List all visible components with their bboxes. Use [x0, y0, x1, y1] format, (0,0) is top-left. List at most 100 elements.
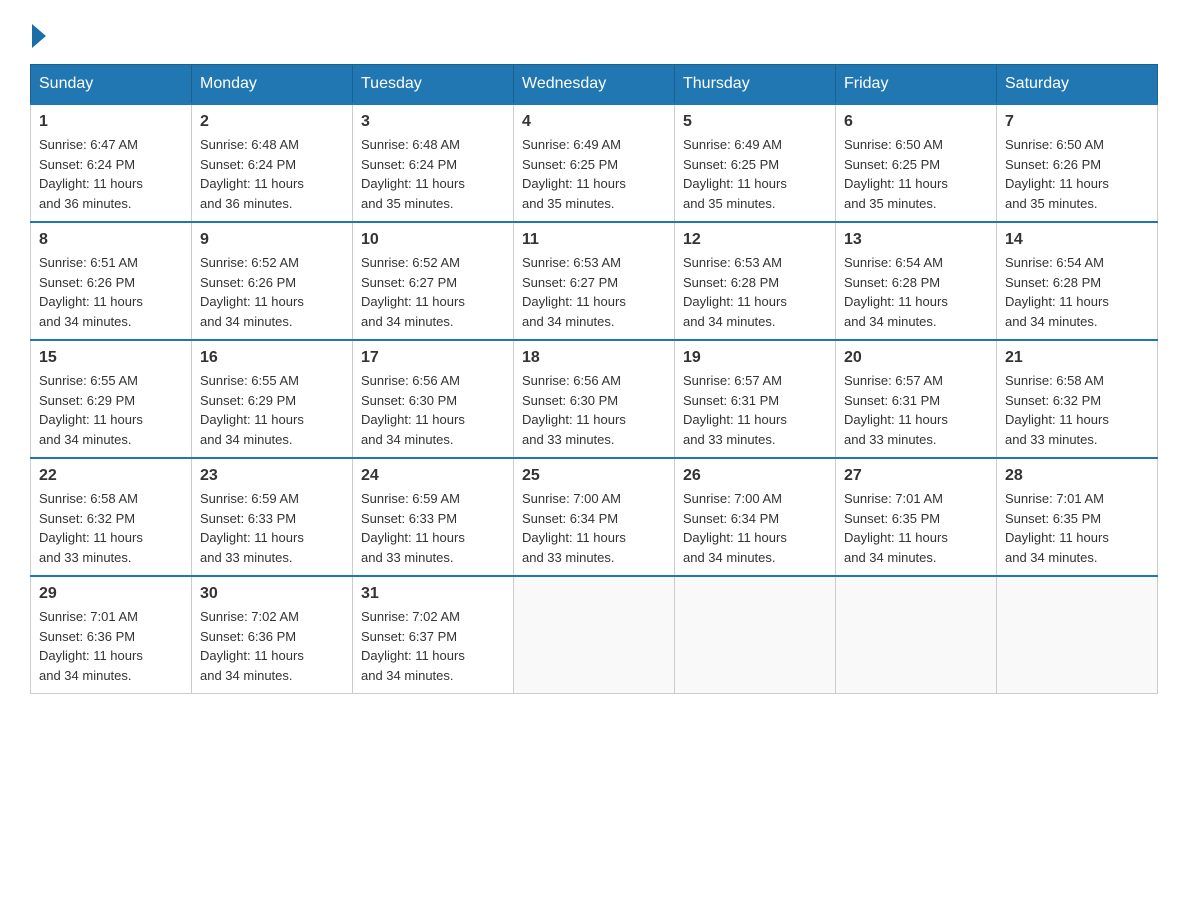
day-info: Sunrise: 6:54 AMSunset: 6:28 PMDaylight:…	[1005, 253, 1149, 331]
calendar-cell: 9 Sunrise: 6:52 AMSunset: 6:26 PMDaylight…	[192, 222, 353, 340]
calendar-cell: 2 Sunrise: 6:48 AMSunset: 6:24 PMDaylight…	[192, 104, 353, 222]
day-info: Sunrise: 7:01 AMSunset: 6:35 PMDaylight:…	[844, 489, 988, 567]
day-number: 12	[683, 231, 827, 249]
day-info: Sunrise: 6:51 AMSunset: 6:26 PMDaylight:…	[39, 253, 183, 331]
calendar-cell: 12 Sunrise: 6:53 AMSunset: 6:28 PMDayligh…	[675, 222, 836, 340]
col-header-saturday: Saturday	[997, 65, 1158, 105]
calendar-cell: 20 Sunrise: 6:57 AMSunset: 6:31 PMDayligh…	[836, 340, 997, 458]
day-info: Sunrise: 6:49 AMSunset: 6:25 PMDaylight:…	[522, 135, 666, 213]
calendar-week-row: 22 Sunrise: 6:58 AMSunset: 6:32 PMDayligh…	[31, 458, 1158, 576]
day-number: 14	[1005, 231, 1149, 249]
calendar-cell: 17 Sunrise: 6:56 AMSunset: 6:30 PMDayligh…	[353, 340, 514, 458]
day-number: 31	[361, 585, 505, 603]
col-header-thursday: Thursday	[675, 65, 836, 105]
calendar-cell: 24Sunrise: 6:59 AMSunset: 6:33 PMDayligh…	[353, 458, 514, 576]
calendar-cell	[675, 576, 836, 694]
day-number: 6	[844, 113, 988, 131]
day-info: Sunrise: 6:57 AMSunset: 6:31 PMDaylight:…	[844, 371, 988, 449]
calendar-cell: 26 Sunrise: 7:00 AMSunset: 6:34 PMDayligh…	[675, 458, 836, 576]
calendar-cell: 22 Sunrise: 6:58 AMSunset: 6:32 PMDayligh…	[31, 458, 192, 576]
calendar-cell: 16 Sunrise: 6:55 AMSunset: 6:29 PMDayligh…	[192, 340, 353, 458]
calendar-week-row: 15 Sunrise: 6:55 AMSunset: 6:29 PMDayligh…	[31, 340, 1158, 458]
day-info: Sunrise: 6:54 AMSunset: 6:28 PMDaylight:…	[844, 253, 988, 331]
calendar-cell: 15 Sunrise: 6:55 AMSunset: 6:29 PMDayligh…	[31, 340, 192, 458]
calendar-cell: 10 Sunrise: 6:52 AMSunset: 6:27 PMDayligh…	[353, 222, 514, 340]
calendar-cell: 30 Sunrise: 7:02 AMSunset: 6:36 PMDayligh…	[192, 576, 353, 694]
day-info: Sunrise: 7:00 AMSunset: 6:34 PMDaylight:…	[683, 489, 827, 567]
day-number: 28	[1005, 467, 1149, 485]
day-info: Sunrise: 6:53 AMSunset: 6:27 PMDaylight:…	[522, 253, 666, 331]
day-info: Sunrise: 6:56 AMSunset: 6:30 PMDaylight:…	[522, 371, 666, 449]
day-number: 7	[1005, 113, 1149, 131]
day-number: 10	[361, 231, 505, 249]
day-number: 9	[200, 231, 344, 249]
calendar-cell: 6 Sunrise: 6:50 AMSunset: 6:25 PMDaylight…	[836, 104, 997, 222]
calendar-cell: 8 Sunrise: 6:51 AMSunset: 6:26 PMDaylight…	[31, 222, 192, 340]
calendar-table: SundayMondayTuesdayWednesdayThursdayFrid…	[30, 64, 1158, 694]
calendar-cell: 7Sunrise: 6:50 AMSunset: 6:26 PMDaylight…	[997, 104, 1158, 222]
day-info: Sunrise: 6:53 AMSunset: 6:28 PMDaylight:…	[683, 253, 827, 331]
calendar-cell	[514, 576, 675, 694]
calendar-cell: 3 Sunrise: 6:48 AMSunset: 6:24 PMDaylight…	[353, 104, 514, 222]
calendar-cell: 21Sunrise: 6:58 AMSunset: 6:32 PMDayligh…	[997, 340, 1158, 458]
calendar-cell: 1 Sunrise: 6:47 AMSunset: 6:24 PMDaylight…	[31, 104, 192, 222]
day-info: Sunrise: 6:55 AMSunset: 6:29 PMDaylight:…	[200, 371, 344, 449]
day-number: 20	[844, 349, 988, 367]
day-number: 15	[39, 349, 183, 367]
day-number: 8	[39, 231, 183, 249]
day-info: Sunrise: 6:48 AMSunset: 6:24 PMDaylight:…	[361, 135, 505, 213]
day-info: Sunrise: 6:49 AMSunset: 6:25 PMDaylight:…	[683, 135, 827, 213]
day-info: Sunrise: 6:47 AMSunset: 6:24 PMDaylight:…	[39, 135, 183, 213]
calendar-cell: 23 Sunrise: 6:59 AMSunset: 6:33 PMDayligh…	[192, 458, 353, 576]
day-number: 3	[361, 113, 505, 131]
day-number: 16	[200, 349, 344, 367]
day-info: Sunrise: 7:01 AMSunset: 6:36 PMDaylight:…	[39, 607, 183, 685]
calendar-cell: 29Sunrise: 7:01 AMSunset: 6:36 PMDayligh…	[31, 576, 192, 694]
col-header-tuesday: Tuesday	[353, 65, 514, 105]
day-number: 26	[683, 467, 827, 485]
day-info: Sunrise: 6:59 AMSunset: 6:33 PMDaylight:…	[200, 489, 344, 567]
col-header-wednesday: Wednesday	[514, 65, 675, 105]
calendar-cell: 31 Sunrise: 7:02 AMSunset: 6:37 PMDayligh…	[353, 576, 514, 694]
col-header-friday: Friday	[836, 65, 997, 105]
calendar-week-row: 29Sunrise: 7:01 AMSunset: 6:36 PMDayligh…	[31, 576, 1158, 694]
day-info: Sunrise: 7:00 AMSunset: 6:34 PMDaylight:…	[522, 489, 666, 567]
day-info: Sunrise: 6:58 AMSunset: 6:32 PMDaylight:…	[1005, 371, 1149, 449]
day-number: 22	[39, 467, 183, 485]
calendar-cell: 28 Sunrise: 7:01 AMSunset: 6:35 PMDayligh…	[997, 458, 1158, 576]
calendar-cell: 18Sunrise: 6:56 AMSunset: 6:30 PMDayligh…	[514, 340, 675, 458]
day-number: 1	[39, 113, 183, 131]
calendar-cell: 4Sunrise: 6:49 AMSunset: 6:25 PMDaylight…	[514, 104, 675, 222]
day-info: Sunrise: 6:48 AMSunset: 6:24 PMDaylight:…	[200, 135, 344, 213]
day-info: Sunrise: 7:02 AMSunset: 6:36 PMDaylight:…	[200, 607, 344, 685]
day-info: Sunrise: 6:52 AMSunset: 6:26 PMDaylight:…	[200, 253, 344, 331]
day-number: 24	[361, 467, 505, 485]
day-info: Sunrise: 7:02 AMSunset: 6:37 PMDaylight:…	[361, 607, 505, 685]
day-info: Sunrise: 6:52 AMSunset: 6:27 PMDaylight:…	[361, 253, 505, 331]
day-number: 27	[844, 467, 988, 485]
calendar-week-row: 8 Sunrise: 6:51 AMSunset: 6:26 PMDaylight…	[31, 222, 1158, 340]
day-number: 30	[200, 585, 344, 603]
page-header	[30, 20, 1158, 44]
col-header-monday: Monday	[192, 65, 353, 105]
day-info: Sunrise: 7:01 AMSunset: 6:35 PMDaylight:…	[1005, 489, 1149, 567]
calendar-cell: 5 Sunrise: 6:49 AMSunset: 6:25 PMDaylight…	[675, 104, 836, 222]
day-number: 17	[361, 349, 505, 367]
calendar-cell: 11 Sunrise: 6:53 AMSunset: 6:27 PMDayligh…	[514, 222, 675, 340]
calendar-week-row: 1 Sunrise: 6:47 AMSunset: 6:24 PMDaylight…	[31, 104, 1158, 222]
day-info: Sunrise: 6:58 AMSunset: 6:32 PMDaylight:…	[39, 489, 183, 567]
day-number: 5	[683, 113, 827, 131]
day-number: 2	[200, 113, 344, 131]
calendar-cell: 19 Sunrise: 6:57 AMSunset: 6:31 PMDayligh…	[675, 340, 836, 458]
day-number: 23	[200, 467, 344, 485]
day-info: Sunrise: 6:56 AMSunset: 6:30 PMDaylight:…	[361, 371, 505, 449]
day-number: 11	[522, 231, 666, 249]
day-info: Sunrise: 6:50 AMSunset: 6:25 PMDaylight:…	[844, 135, 988, 213]
day-number: 13	[844, 231, 988, 249]
day-number: 19	[683, 349, 827, 367]
calendar-cell	[997, 576, 1158, 694]
calendar-cell: 14 Sunrise: 6:54 AMSunset: 6:28 PMDayligh…	[997, 222, 1158, 340]
day-info: Sunrise: 6:55 AMSunset: 6:29 PMDaylight:…	[39, 371, 183, 449]
day-info: Sunrise: 6:57 AMSunset: 6:31 PMDaylight:…	[683, 371, 827, 449]
day-number: 25	[522, 467, 666, 485]
